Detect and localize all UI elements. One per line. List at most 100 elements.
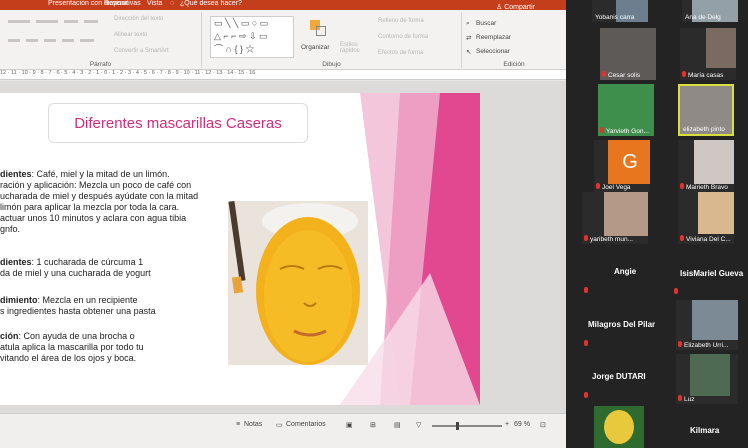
body-line: actuar unos 10 minutos y aclara con agua… (0, 213, 187, 223)
organize-label: Organizar (301, 44, 330, 51)
participant-name: Viviana Del C... (686, 236, 731, 243)
zoom-level[interactable]: 69 % (514, 421, 530, 428)
body-line: atula aplica la mascarilla por todo tu (0, 342, 144, 352)
notes-button[interactable]: Notas (244, 421, 262, 428)
video-feed (694, 140, 734, 184)
muted-mic-icon (678, 395, 682, 401)
participant-tile[interactable]: María casas (680, 28, 736, 80)
ruler: 12 · 11 · 10 · 9 · 8 · 7 · 6 · 5 · 4 · 3… (0, 70, 566, 80)
participant-tile[interactable]: yaribeth mun... (582, 192, 648, 244)
ribbon-tab-bar: Presentación con diapositivas Revisar Vi… (0, 0, 566, 10)
align-text-button[interactable]: Alinear texto (114, 32, 147, 38)
shape-outline-button[interactable]: Contorno de forma (378, 34, 428, 40)
participant-tile[interactable]: Ana de Delg (682, 0, 738, 22)
participant-name: Cesar solis (608, 72, 641, 79)
tab-view[interactable]: Vista (147, 0, 162, 7)
participant-name: elizabeth pinto (683, 126, 725, 133)
muted-mic-icon (584, 392, 588, 398)
muted-mic-icon (600, 127, 604, 133)
participant-name: Yobanis carra (595, 14, 635, 21)
participant-tile[interactable] (594, 406, 644, 448)
ribbon: Dirección del texto Alinear texto Conver… (0, 10, 566, 70)
slideshow-view-icon[interactable]: ▽ (416, 421, 421, 429)
body-line: gnfo. (0, 224, 21, 234)
participant-tile[interactable]: Cesar solis (600, 28, 656, 80)
body-line: ción: Con ayuda de una brocha o (0, 331, 135, 341)
shapes-gallery[interactable]: ▭ ╲ ╲ ▭ ○ ▭ △ ⌐ ⌐ ⇨ ⇩ ▭ ⌒ ∩ { } ☆ (210, 16, 294, 58)
participant-tile[interactable]: G Joel Vega (594, 140, 650, 192)
participant-tile[interactable]: Luz (676, 354, 738, 404)
shape-fill-button[interactable]: Relleno de forma (378, 18, 424, 24)
body-line: da de miel y una cucharada de yogurt (0, 268, 151, 278)
select-button[interactable]: Seleccionar (476, 48, 510, 55)
share-label: Compartir (504, 4, 535, 11)
body-line: dientes: Café, miel y la mitad de un lim… (0, 169, 170, 179)
participant-tile[interactable]: Mairieth Bravo (678, 140, 734, 192)
replace-button[interactable]: Reemplazar (476, 34, 511, 41)
smartart-button[interactable]: Convertir a SmartArt (114, 48, 169, 54)
paragraph-group: Dirección del texto Alinear texto Conver… (0, 12, 202, 68)
face-mask-photo[interactable] (228, 201, 368, 365)
editing-label: Edición (503, 61, 525, 68)
editing-group: ⌕ Buscar ⇄ Reemplazar ↖ Seleccionar Edic… (462, 12, 566, 68)
drawing-label: Dibujo (322, 61, 341, 68)
zoom-gallery: Yobanis carra Ana de Delg Cesar solis Ma… (566, 0, 748, 448)
shape-effects-button[interactable]: Efectos de forma (378, 50, 423, 56)
body-line: dimiento: Mezcla en un recipiente (0, 295, 138, 305)
share-button[interactable]: ♙ Compartir (496, 3, 535, 11)
participant-name[interactable]: Kilmara (690, 426, 719, 435)
screen: Presentación con diapositivas Revisar Vi… (0, 0, 748, 448)
muted-mic-icon (680, 235, 684, 241)
participant-name: Yarvieth Gon... (606, 128, 649, 135)
normal-view-icon[interactable]: ▣ (346, 421, 353, 429)
find-button[interactable]: Buscar (476, 20, 496, 27)
participant-name: Joel Vega (602, 184, 631, 191)
textbox-icon: ▭ ╲ ╲ ▭ ○ ▭ (214, 18, 269, 28)
text-direction-button[interactable]: Dirección del texto (114, 16, 163, 22)
muted-mic-icon (680, 183, 684, 189)
video-feed (604, 192, 648, 236)
reading-view-icon[interactable]: ▤ (394, 421, 401, 429)
body-line: dientes: 1 cucharada de cúrcuma 1 (0, 257, 144, 267)
person-icon: ♙ (496, 4, 503, 11)
video-feed (692, 300, 738, 340)
participant-name[interactable]: Jorge DUTARI (592, 372, 646, 381)
sorter-view-icon[interactable]: ⊞ (370, 421, 376, 429)
participant-name: yaribeth mun... (590, 236, 633, 243)
participant-tile[interactable]: Yobanis carra (592, 0, 648, 22)
avatar-letter: G (622, 150, 638, 173)
face-mask-illustration (228, 201, 368, 365)
comments-button[interactable]: Comentarios (286, 421, 326, 428)
participant-name[interactable]: IsisMariel Gueva (680, 269, 743, 278)
zoom-in-icon[interactable]: + (505, 421, 509, 428)
zoom-slider[interactable] (432, 422, 502, 430)
video-feed (698, 192, 734, 234)
quick-styles-button[interactable]: Estilos rápidos (340, 42, 374, 54)
body-line: vitando el área de los ojos y boca. (0, 353, 137, 363)
logo-image (604, 410, 634, 444)
zoom-slider-thumb[interactable] (456, 422, 459, 430)
tell-me-box[interactable]: ¿Qué desea hacer? (180, 0, 242, 7)
participant-name[interactable]: Milagros Del Pilar (588, 320, 655, 329)
powerpoint-window: Presentación con diapositivas Revisar Vi… (0, 0, 566, 448)
select-icon: ↖ (466, 49, 472, 56)
participant-tile[interactable]: Yarvieth Gon... (598, 84, 654, 136)
organize-button[interactable]: Organizar (300, 18, 334, 58)
tab-review[interactable]: Revisar (104, 0, 128, 7)
participant-name: Ana de Delg (685, 14, 721, 21)
muted-mic-icon (584, 340, 588, 346)
slide: Diferentes mascarillas Caseras dientes: … (0, 93, 480, 405)
participant-name[interactable]: Angie (614, 267, 636, 276)
participant-tile[interactable]: Viviana Del C... (678, 192, 734, 244)
status-bar: ≡ Notas ▭ Comentarios ▣ ⊞ ▤ ▽ + 69 % ⊡ (0, 413, 566, 448)
body-line: limón para aplicar la mezcla por toda la… (0, 202, 180, 212)
participant-tile-active[interactable]: elizabeth pinto (678, 84, 734, 136)
participant-tile[interactable]: Elizabeth Urri... (676, 300, 738, 350)
slide-title[interactable]: Diferentes mascarillas Caseras (48, 103, 308, 143)
avatar: G (608, 140, 650, 184)
participant-name: Luz (684, 396, 695, 403)
muted-mic-icon (602, 71, 606, 77)
fit-slide-icon[interactable]: ⊡ (540, 421, 546, 429)
video-feed (690, 354, 730, 396)
video-feed (706, 28, 736, 68)
